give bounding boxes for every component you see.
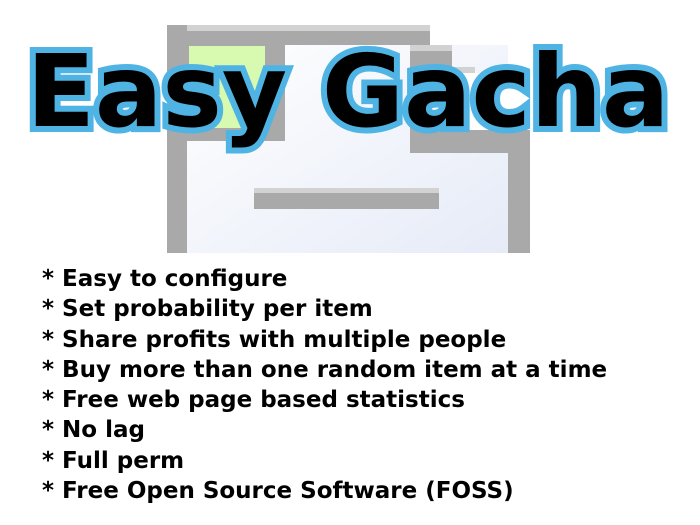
- feature-item: * Share profits with multiple people: [42, 326, 507, 353]
- feature-item: * Buy more than one random item at a tim…: [42, 356, 608, 383]
- feature-item: * Free Open Source Software (FOSS): [42, 478, 514, 505]
- feature-list: * Easy to configure * Set probability pe…: [42, 264, 607, 506]
- advert: Easy Gacha * Easy to configure * Set pro…: [0, 0, 700, 525]
- title: Easy Gacha: [21, 27, 676, 156]
- feature-item: * Free web page based statistics: [42, 387, 465, 414]
- feature-item: * Easy to configure: [42, 266, 288, 292]
- feature-item: * No lag: [42, 417, 145, 444]
- feature-item: * Set probability per item: [42, 296, 373, 323]
- feature-item: * Full perm: [42, 447, 185, 474]
